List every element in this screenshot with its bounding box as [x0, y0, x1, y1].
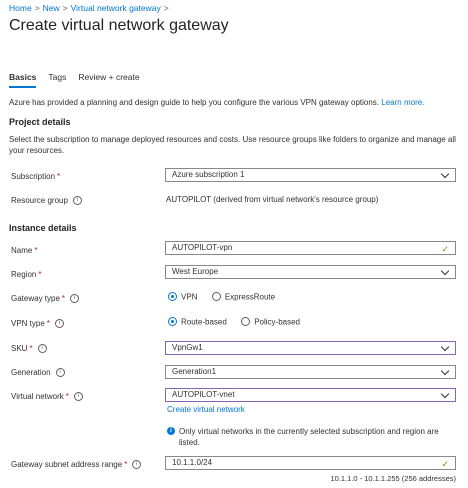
resource-group-value: AUTOPILOT (derived from virtual network'… [166, 195, 379, 204]
chevron-down-icon [440, 169, 450, 179]
virtual-network-info-note: i Only virtual networks in the currently… [167, 426, 457, 448]
radio-unselected-icon[interactable] [241, 317, 251, 327]
breadcrumb-virtual-network-gateway[interactable]: Virtual network gateway [71, 3, 161, 13]
subscription-dropdown[interactable]: Azure subscription 1 [165, 168, 456, 182]
required-marker: * [61, 294, 66, 303]
required-marker: * [29, 344, 33, 353]
project-details-heading: Project details [9, 117, 71, 127]
vpn-type-route-based-option[interactable]: Route-based [168, 316, 227, 327]
gateway-subnet-input[interactable]: 10.1.1.0/24 ✓ [165, 456, 456, 470]
vpn-type-policy-based-option[interactable]: Policy-based [241, 316, 300, 327]
info-icon[interactable]: i [72, 196, 82, 206]
name-label: Name * [11, 246, 38, 255]
checkmark-icon: ✓ [441, 459, 449, 469]
vpn-type-radio-group: Route-based Policy-based [168, 316, 300, 327]
chevron-down-icon [440, 389, 450, 399]
info-icon[interactable]: i [132, 460, 142, 470]
create-virtual-network-link[interactable]: Create virtual network [167, 405, 245, 414]
sku-label: SKU * i [11, 344, 47, 354]
breadcrumb-new[interactable]: New [43, 3, 60, 13]
chevron-down-icon [440, 266, 450, 276]
vpn-type-label: VPN type * i [11, 319, 64, 329]
gateway-type-label: Gateway type * i [11, 294, 80, 304]
virtual-network-label: Virtual network * i [11, 392, 83, 402]
radio-unselected-icon[interactable] [211, 292, 221, 302]
gateway-type-radio-group: VPN ExpressRoute [168, 291, 275, 302]
required-marker: * [34, 246, 38, 255]
required-marker: * [124, 460, 128, 469]
required-marker: * [46, 319, 50, 328]
generation-label: Generation i [11, 368, 65, 378]
intro-description: Azure has provided a planning and design… [9, 98, 380, 107]
info-icon[interactable]: i [73, 392, 83, 402]
required-marker: * [57, 172, 61, 181]
info-icon[interactable]: i [70, 294, 80, 304]
intro-text: Azure has provided a planning and design… [9, 97, 459, 108]
tab-review-create[interactable]: Review + create [78, 72, 139, 88]
virtual-network-info-text: Only virtual networks in the currently s… [179, 427, 439, 447]
gateway-subnet-label: Gateway subnet address range * i [11, 460, 142, 470]
learn-more-link[interactable]: Learn more. [381, 98, 424, 107]
breadcrumb-home[interactable]: Home [9, 3, 32, 13]
gateway-subnet-address-hint: 10.1.1.0 - 10.1.1.255 (256 addresses) [330, 474, 456, 483]
required-marker: * [65, 392, 69, 401]
radio-selected-icon[interactable] [168, 317, 177, 327]
required-marker: * [38, 270, 42, 279]
tab-tags[interactable]: Tags [48, 72, 66, 88]
breadcrumb: Home > New > Virtual network gateway > [9, 3, 172, 13]
region-label: Region * [11, 270, 42, 279]
page-title: Create virtual network gateway [9, 17, 229, 34]
breadcrumb-separator: > [163, 3, 169, 13]
gateway-type-vpn-option[interactable]: VPN [168, 291, 197, 302]
project-details-description: Select the subscription to manage deploy… [9, 135, 456, 155]
region-dropdown[interactable]: West Europe [165, 265, 456, 279]
info-filled-icon: i [167, 427, 175, 435]
sku-dropdown[interactable]: VpnGw1 [165, 341, 456, 355]
info-icon[interactable]: i [54, 319, 64, 329]
radio-selected-icon[interactable] [168, 292, 177, 302]
resource-group-label: Resource group i [11, 196, 82, 206]
breadcrumb-separator: > [34, 3, 40, 13]
virtual-network-dropdown[interactable]: AUTOPILOT-vnet [165, 388, 456, 402]
tab-basics[interactable]: Basics [9, 72, 37, 88]
info-icon[interactable]: i [37, 344, 47, 354]
breadcrumb-separator: > [62, 3, 68, 13]
chevron-down-icon [440, 342, 450, 352]
tab-bar: Basics Tags Review + create [9, 72, 140, 88]
info-icon[interactable]: i [55, 368, 65, 378]
name-input[interactable]: AUTOPILOT-vpn ✓ [165, 241, 456, 255]
chevron-down-icon [440, 366, 450, 376]
instance-details-heading: Instance details [9, 223, 77, 233]
subscription-label: Subscription * [11, 172, 61, 181]
checkmark-icon: ✓ [441, 244, 449, 254]
gateway-type-expressroute-option[interactable]: ExpressRoute [211, 291, 275, 302]
generation-dropdown[interactable]: Generation1 [165, 365, 456, 379]
